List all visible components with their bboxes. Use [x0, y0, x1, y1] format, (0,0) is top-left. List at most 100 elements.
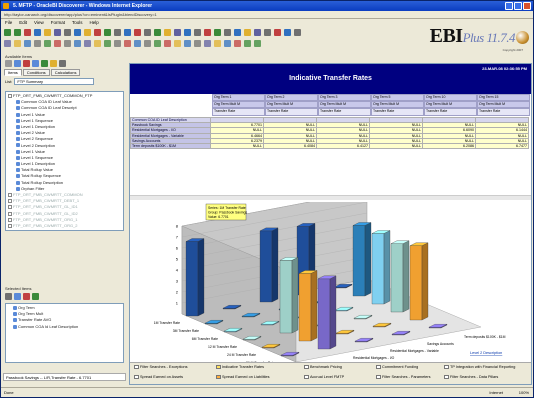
toolbar-icon[interactable] — [194, 39, 201, 47]
column-measure-header[interactable]: Transfer Rate — [477, 108, 530, 116]
menu-file[interactable]: File — [5, 20, 12, 25]
toolbar-icon[interactable] — [94, 28, 101, 36]
selected-tool-icon[interactable] — [14, 293, 21, 300]
chart-bar[interactable] — [259, 227, 279, 303]
item-tool-icon[interactable] — [32, 60, 39, 67]
toolbar-icon[interactable] — [14, 28, 21, 36]
worksheet-tab[interactable]: Filter Searches - Parameters — [376, 375, 431, 379]
close-button[interactable] — [523, 2, 531, 10]
toolbar-icon[interactable] — [104, 39, 111, 47]
menu-view[interactable]: View — [34, 20, 44, 25]
toolbar-icon[interactable] — [284, 28, 291, 36]
column-mult-header[interactable]: Org Term Mult M — [212, 101, 265, 108]
column-group-header[interactable]: Org Term 5 — [371, 94, 424, 101]
worksheet-tab[interactable]: Spread Earned on Liabilities — [216, 375, 270, 379]
toolbar-icon[interactable] — [94, 39, 101, 47]
item-tool-icon[interactable] — [59, 60, 66, 67]
toolbar-icon[interactable] — [124, 28, 131, 36]
toolbar-icon[interactable] — [154, 39, 161, 47]
chart-bar[interactable] — [352, 222, 372, 297]
toolbar-icon[interactable] — [84, 39, 91, 47]
toolbar-icon[interactable] — [64, 28, 71, 36]
toolbar-icon[interactable] — [254, 39, 261, 47]
toolbar-icon[interactable] — [204, 28, 211, 36]
toolbar-icon[interactable] — [144, 28, 151, 36]
row-header[interactable]: Term deposits $100K - $1M — [130, 142, 211, 150]
toolbar-icon[interactable] — [14, 39, 21, 47]
tree-item[interactable]: FTP_ORT_FMB_CWMRTT_ORG_2 — [7, 223, 122, 229]
column-group-header[interactable]: Org Term 10 — [424, 94, 477, 101]
toolbar-icon[interactable] — [34, 28, 41, 36]
data-cell[interactable]: 6.4127 — [316, 142, 370, 150]
worksheet-tab[interactable]: Accrual Level FMTP — [304, 375, 344, 379]
toolbar-icon[interactable] — [114, 28, 121, 36]
toolbar-icon[interactable] — [204, 39, 211, 47]
toolbar-icon[interactable] — [274, 28, 281, 36]
item-tool-icon[interactable] — [14, 60, 21, 67]
item-tool-icon[interactable] — [5, 60, 12, 67]
worksheet-tab[interactable]: Filter Searches - Exceptions — [134, 365, 187, 369]
menu-format[interactable]: Format — [51, 20, 65, 25]
worksheet-tab[interactable]: Indicative Transfer Rates — [216, 365, 264, 369]
chart-bar[interactable] — [185, 238, 205, 317]
column-mult-header[interactable]: Org Term Mult M — [477, 101, 530, 108]
toolbar-icon[interactable] — [4, 39, 11, 47]
tab-items[interactable]: Items — [4, 69, 22, 76]
menu-help[interactable]: Help — [90, 20, 99, 25]
column-measure-header[interactable]: Transfer Rate — [265, 108, 318, 116]
toolbar-icon[interactable] — [84, 28, 91, 36]
item-tool-icon[interactable] — [50, 60, 57, 67]
menu-edit[interactable]: Edit — [19, 20, 27, 25]
toolbar-icon[interactable] — [214, 28, 221, 36]
tab-calculations[interactable]: Calculations — [50, 69, 81, 76]
selected-tool-icon[interactable] — [32, 293, 39, 300]
column-measure-header[interactable]: Transfer Rate — [424, 108, 477, 116]
list-dropdown[interactable]: FTP Summary — [14, 78, 95, 85]
toolbar-icon[interactable] — [4, 28, 11, 36]
toolbar-icon[interactable] — [114, 39, 121, 47]
toolbar-icon[interactable] — [34, 39, 41, 47]
data-cell[interactable]: 6.2086 — [422, 142, 476, 150]
horizontal-scrollbar[interactable] — [130, 195, 531, 200]
column-group-header[interactable]: Org Term 1 — [212, 94, 265, 101]
chart-bar[interactable] — [298, 270, 318, 342]
selected-item[interactable]: Common COA Id Leaf Description — [7, 324, 122, 330]
toolbar-icon[interactable] — [194, 28, 201, 36]
toolbar-icon[interactable] — [164, 39, 171, 47]
toolbar-icon[interactable] — [244, 39, 251, 47]
maximize-button[interactable] — [514, 2, 522, 10]
data-cell[interactable]: NULL — [210, 142, 264, 150]
toolbar-icon[interactable] — [234, 28, 241, 36]
toolbar-icon[interactable] — [174, 39, 181, 47]
toolbar-icon[interactable] — [184, 39, 191, 47]
toolbar-icon[interactable] — [24, 39, 31, 47]
column-group-header[interactable]: Org Term 2 — [265, 94, 318, 101]
toolbar-icon[interactable] — [244, 28, 251, 36]
toolbar-icon[interactable] — [24, 28, 31, 36]
column-mult-header[interactable]: Org Term Mult M — [265, 101, 318, 108]
toolbar-icon[interactable] — [54, 39, 61, 47]
toolbar-icon[interactable] — [44, 39, 51, 47]
toolbar-icon[interactable] — [54, 28, 61, 36]
column-mult-header[interactable]: Org Term Mult M — [424, 101, 477, 108]
toolbar-icon[interactable] — [174, 28, 181, 36]
data-cell[interactable]: NULL — [369, 142, 423, 150]
toolbar-icon[interactable] — [264, 28, 271, 36]
chart-bar[interactable] — [371, 230, 391, 305]
toolbar-icon[interactable] — [224, 28, 231, 36]
toolbar-icon[interactable] — [254, 28, 261, 36]
toolbar-icon[interactable] — [74, 39, 81, 47]
worksheet-tab[interactable]: TP Integration with Financial Reporting — [444, 365, 515, 369]
chart-bar[interactable] — [390, 240, 410, 313]
item-tool-icon[interactable] — [23, 60, 30, 67]
chart-bar[interactable] — [279, 257, 299, 334]
toolbar-icon[interactable] — [154, 28, 161, 36]
toolbar-icon[interactable] — [44, 28, 51, 36]
tab-conditions[interactable]: Conditions — [22, 69, 50, 76]
address-bar[interactable]: http://taylor-canarch.org/discoverer/app… — [1, 11, 533, 19]
toolbar-icon[interactable] — [214, 39, 221, 47]
column-measure-header[interactable]: Transfer Rate — [371, 108, 424, 116]
selected-tool-icon[interactable] — [23, 293, 30, 300]
column-measure-header[interactable]: Transfer Rate — [318, 108, 371, 116]
toolbar-icon[interactable] — [134, 28, 141, 36]
